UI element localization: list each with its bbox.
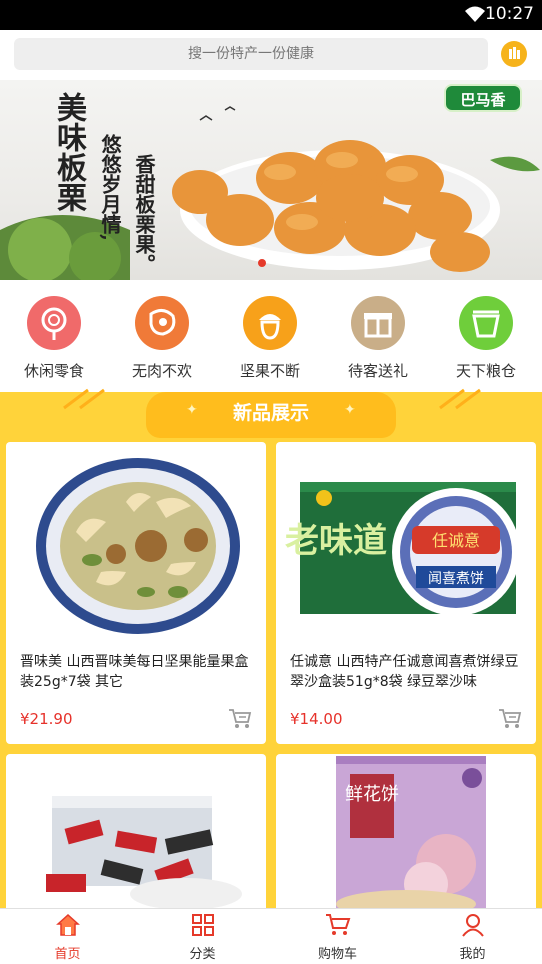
banner-title: 美味板栗 [51,92,86,212]
message-icon[interactable] [501,41,527,67]
search-input[interactable]: 搜一份特产一份健康 [14,38,488,70]
category-label: 无肉不欢 [131,362,192,380]
category-nuts[interactable]: 坚果不断 [216,296,324,388]
category-label: 坚果不断 [239,362,300,380]
cart-icon [325,914,350,935]
carousel-indicator [258,259,266,267]
product-image [46,796,242,910]
add-to-cart-icon[interactable] [228,708,252,730]
wifi-icon [465,6,485,22]
user-icon [461,914,484,937]
product-card[interactable]: 鲜花饼 [276,754,536,912]
category-label: 待客送礼 [347,362,408,380]
category-label: 休闲零食 [23,362,84,380]
grid-icon [191,914,214,936]
category-row: 休闲零食 无肉不欢 坚果不断 待客送礼 天下粮仓 [0,288,542,388]
tab-label: 购物车 [317,947,357,962]
category-label: 天下粮仓 [455,362,516,380]
bag-title-text: 鲜花饼 [345,784,399,805]
grain-icon [459,296,513,350]
bottom-tab-bar: 首页 分类 购物车 我的 [0,908,542,964]
status-bar: 10:27 [0,0,542,30]
tab-label: 我的 [459,947,486,962]
section-header: ✦ 新品展示 ✦ [146,392,396,438]
product-price: ¥14.00 [290,710,343,728]
meat-icon [135,296,189,350]
product-card[interactable] [6,754,266,912]
category-gifts[interactable]: 待客送礼 [324,296,432,388]
category-grains[interactable]: 天下粮仓 [432,296,540,388]
product-image: 鲜花饼 [336,756,486,912]
promo-banner[interactable]: 美味板栗 悠悠岁月情, 香甜板栗果。 巴马香 [0,80,542,280]
tab-profile[interactable]: 我的 [405,913,540,962]
tab-category[interactable]: 分类 [135,913,270,962]
gift-icon [351,296,405,350]
box-brand-text: 任诚意 [432,531,480,550]
product-name: 晋味美 山西晋味美每日坚果能量果盒装25g*7袋 其它 [20,654,249,690]
banner-line1: 悠悠岁月情, [98,134,122,241]
lollipop-icon [27,296,81,350]
add-to-cart-icon[interactable] [498,708,522,730]
category-meat[interactable]: 无肉不欢 [108,296,216,388]
star-icon: ✦ [344,402,356,418]
banner-line2: 香甜板栗果。 [132,154,156,274]
product-image: 任诚意 闻喜煮饼 老味道 [285,482,520,616]
acorn-icon [243,296,297,350]
tab-label: 分类 [189,947,216,962]
brand-logo: 巴马香 [444,84,522,112]
section-title: 新品展示 [232,402,309,424]
product-name: 任诚意 山西特产任诚意闻喜煮饼绿豆翠沙盒装51g*8袋 绿豆翠沙味 [290,654,519,690]
new-products-section: ✦ 新品展示 ✦ 晋味美 山西晋味美每日坚果能量果盒装25g*7袋 其它 ¥21… [0,388,542,912]
product-price: ¥21.90 [20,710,73,728]
product-card[interactable]: 任诚意 闻喜煮饼 老味道 任诚意 山西特产任诚意闻喜煮饼绿豆翠沙盒装51g*8袋… [276,442,536,744]
product-card[interactable]: 晋味美 山西晋味美每日坚果能量果盒装25g*7袋 其它 ¥21.90 [6,442,266,744]
clock: 10:27 [485,4,534,24]
box-product-text: 闻喜煮饼 [428,571,484,587]
category-snacks[interactable]: 休闲零食 [0,296,108,388]
home-icon [55,913,80,936]
tab-home[interactable]: 首页 [0,913,135,962]
tab-label: 首页 [54,947,81,962]
search-row: 搜一份特产一份健康 [0,30,542,78]
box-slogan-text: 老味道 [285,521,387,561]
product-image [36,458,240,634]
tab-cart[interactable]: 购物车 [270,913,405,962]
